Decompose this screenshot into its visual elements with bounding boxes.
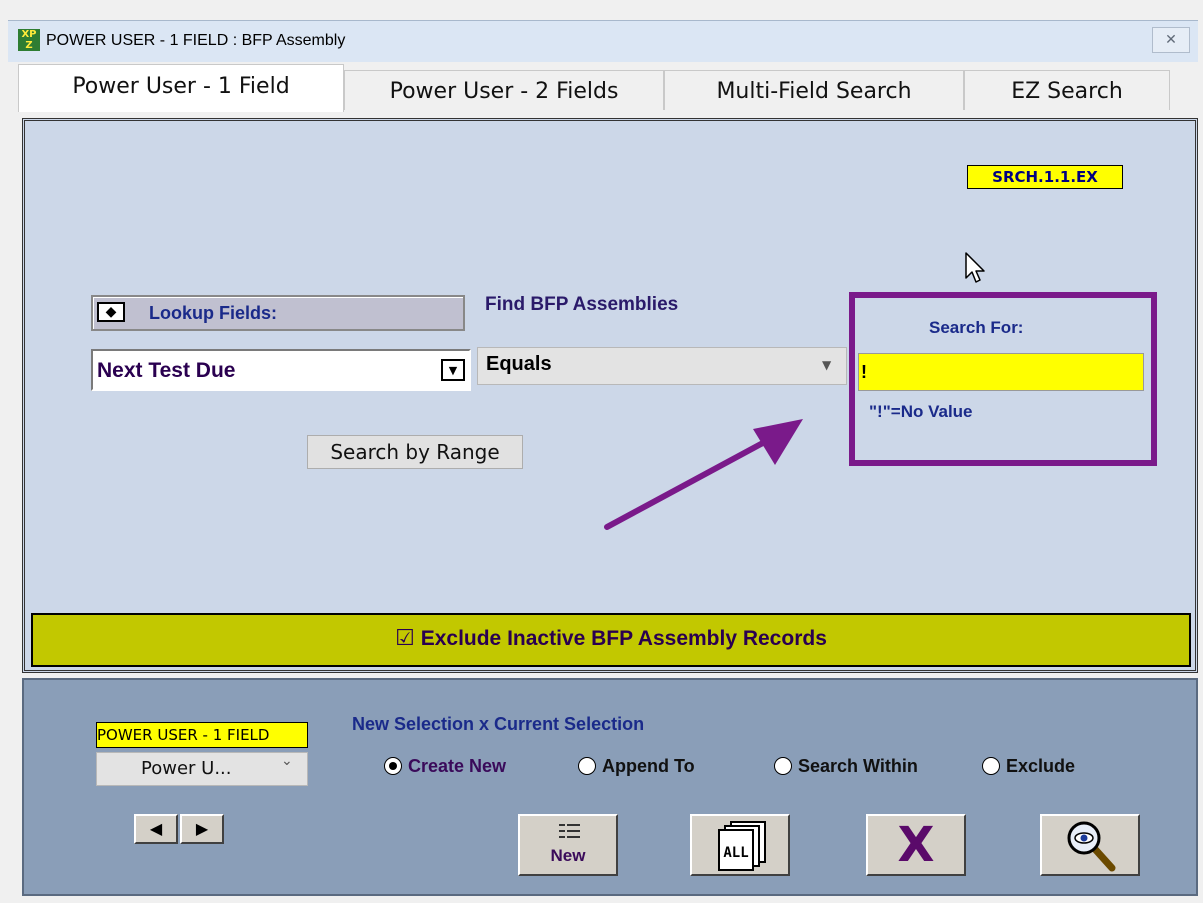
- new-label: New: [550, 846, 586, 865]
- radio-label: Exclude: [1006, 756, 1076, 776]
- radio-search-within[interactable]: Search Within: [774, 756, 918, 777]
- dropdown-arrow-icon[interactable]: ▼: [441, 359, 465, 381]
- tab-multi-field-search[interactable]: Multi-Field Search: [664, 70, 964, 110]
- lookup-fields-label: Lookup Fields:: [149, 303, 277, 323]
- all-icon-text: ALL: [723, 845, 748, 861]
- arrow-annotation: [604, 419, 803, 530]
- diamond-toggle-icon[interactable]: ◆: [97, 302, 125, 322]
- app-icon: XP Z: [18, 29, 40, 51]
- list-icon: [559, 824, 580, 838]
- screen-code-badge: SRCH.1.1.EX: [967, 165, 1123, 189]
- cancel-button[interactable]: X: [866, 814, 966, 876]
- show-all-button[interactable]: ALL: [690, 814, 790, 876]
- view-select[interactable]: Power U... ⌄: [96, 752, 308, 786]
- tab-ez-search[interactable]: EZ Search: [964, 70, 1170, 110]
- radio-dot-icon[interactable]: [578, 757, 596, 775]
- title-bar: XP Z POWER USER - 1 FIELD : BFP Assembly …: [8, 20, 1198, 62]
- tab-power-user-1-field[interactable]: Power User - 1 Field: [18, 64, 344, 112]
- all-records-icon: ALL: [718, 821, 766, 871]
- operator-select[interactable]: Equals ▼: [477, 347, 847, 385]
- radio-dot-icon[interactable]: [982, 757, 1000, 775]
- chevron-down-icon: ⌄: [281, 753, 293, 769]
- no-value-hint: "!"=No Value: [869, 402, 973, 421]
- radio-exclude[interactable]: Exclude: [982, 756, 1075, 777]
- radio-label: Create New: [408, 756, 507, 776]
- view-select-value: Power U...: [141, 758, 232, 779]
- search-button[interactable]: [1040, 814, 1140, 876]
- radio-dot-icon[interactable]: [384, 757, 402, 775]
- new-button[interactable]: New: [518, 814, 618, 876]
- field-select-value: Next Test Due: [97, 359, 236, 382]
- checkbox-icon[interactable]: ☑: [395, 626, 415, 651]
- operator-select-value: Equals: [486, 353, 552, 375]
- radio-create-new[interactable]: Create New: [384, 756, 506, 777]
- selection-mode-title: New Selection x Current Selection: [352, 714, 645, 734]
- window-title: POWER USER - 1 FIELD : BFP Assembly: [46, 32, 346, 49]
- field-select[interactable]: Next Test Due ▼: [91, 349, 471, 391]
- exclude-inactive-label: Exclude Inactive BFP Assembly Records: [420, 627, 827, 650]
- search-for-label: Search For:: [929, 318, 1024, 337]
- mouse-cursor-icon: [965, 252, 985, 283]
- prev-button[interactable]: ◀: [134, 814, 178, 844]
- chevron-down-icon: ▼: [822, 358, 832, 372]
- lookup-fields-button[interactable]: ◆ Lookup Fields:: [91, 295, 465, 331]
- selection-panel: POWER USER - 1 FIELD Power U... ⌄ ◀ ▶ Ne…: [22, 678, 1198, 896]
- close-button[interactable]: ✕: [1152, 27, 1190, 53]
- search-input[interactable]: [858, 353, 1144, 391]
- radio-dot-icon[interactable]: [774, 757, 792, 775]
- search-panel: SRCH.1.1.EX ◆ Lookup Fields: Find BFP As…: [22, 118, 1198, 673]
- magnifier-icon: [1067, 821, 1116, 872]
- radio-append-to[interactable]: Append To: [578, 756, 695, 777]
- search-by-range-button[interactable]: Search by Range: [307, 435, 523, 469]
- tab-power-user-2-fields[interactable]: Power User - 2 Fields: [344, 70, 664, 110]
- arrow-shaft: [604, 428, 788, 530]
- close-icon: X: [897, 817, 935, 873]
- find-title: Find BFP Assemblies: [485, 294, 679, 315]
- radio-label: Search Within: [798, 756, 918, 776]
- exclude-inactive-checkbox[interactable]: ☑ Exclude Inactive BFP Assembly Records: [31, 613, 1191, 667]
- view-name-badge: POWER USER - 1 FIELD: [96, 722, 308, 748]
- next-button[interactable]: ▶: [180, 814, 224, 844]
- search-for-highlight: Search For: "!"=No Value: [849, 292, 1157, 466]
- radio-label: Append To: [602, 756, 695, 776]
